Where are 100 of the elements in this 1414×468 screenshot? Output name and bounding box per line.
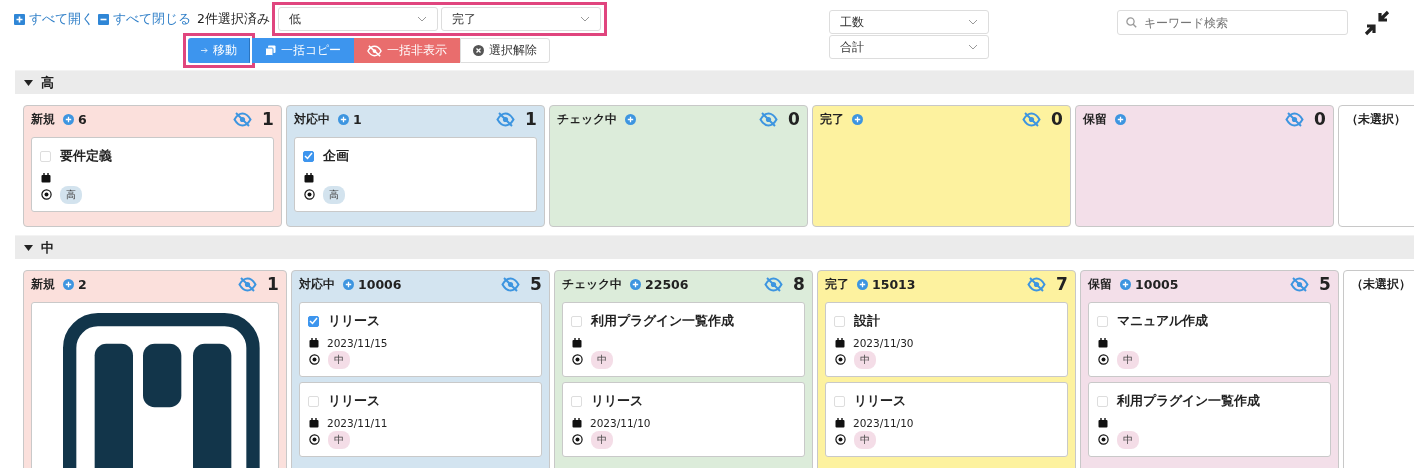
aggregate-select[interactable]: 合計 [828, 35, 989, 59]
section-header[interactable]: 中 [15, 235, 1414, 259]
add-card-icon[interactable] [1120, 278, 1131, 290]
expand-all-link[interactable]: すべて開く [14, 10, 94, 28]
column-title: 完了 [820, 111, 844, 127]
priority-tag: 中 [1117, 430, 1139, 449]
column-total: 10006 [358, 276, 402, 292]
calendar-icon [835, 417, 845, 428]
column-title: 新規 [31, 111, 55, 127]
hidden-count: 8 [793, 274, 805, 294]
priority-tag: 中 [854, 350, 876, 369]
column-title: 保留 [1083, 111, 1107, 127]
eye-slash-icon[interactable] [1290, 276, 1309, 292]
task-card[interactable]: マニュアル作成 中 [1088, 302, 1331, 377]
column-title: （未選択） [1346, 111, 1406, 127]
card-checkbox[interactable] [303, 150, 314, 162]
card-title: 要件定義 [60, 147, 112, 165]
add-card-icon[interactable] [852, 113, 863, 125]
task-card[interactable]: リリース 2023/11/11 中 [299, 382, 542, 457]
calendar-icon [304, 172, 314, 183]
section-title: 高 [41, 73, 54, 92]
collapse-all-link[interactable]: すべて閉じる [98, 10, 191, 28]
chevron-down-icon [416, 16, 427, 22]
task-card[interactable]: リリース 2023/11/15 中 [299, 302, 542, 377]
column-total: 15013 [872, 276, 916, 292]
add-card-icon[interactable] [625, 113, 636, 125]
hidden-count: 7 [1056, 274, 1068, 294]
hidden-count: 0 [788, 109, 800, 129]
due-date: 2023/11/11 [327, 416, 388, 429]
hidden-count: 1 [267, 274, 279, 294]
card-title: 利用プラグイン一覧作成 [1117, 392, 1260, 410]
calendar-icon [309, 417, 319, 428]
task-card[interactable]: 利用プラグイン一覧作成 中 [1088, 382, 1331, 457]
task-card[interactable]: 利用プラグイン一覧作成 中 [562, 302, 805, 377]
target-icon [309, 354, 320, 365]
filter-select[interactable]: 完了 [440, 7, 601, 31]
eye-slash-icon[interactable] [501, 276, 520, 292]
eye-slash-icon[interactable] [1022, 111, 1041, 127]
selection-count: 2件選択済み [197, 10, 270, 28]
chevron-down-icon [967, 19, 978, 25]
add-card-icon[interactable] [343, 278, 354, 290]
priority-tag: 中 [1117, 350, 1139, 369]
task-card[interactable]: 要件定義 高 [31, 137, 274, 212]
column-title: チェック中 [557, 111, 617, 127]
column-title: 対応中 [299, 276, 335, 292]
card-title: リリース [591, 392, 643, 410]
add-card-icon[interactable] [630, 278, 641, 290]
column-title: 新規 [31, 276, 55, 292]
due-date: 2023/11/10 [853, 416, 914, 429]
priority-tag: 中 [328, 350, 350, 369]
due-date: 2023/11/10 [590, 416, 651, 429]
column-title: （未選択） [1351, 276, 1411, 292]
calendar-icon [41, 172, 51, 183]
section-header[interactable]: 高 [15, 70, 1414, 94]
add-card-icon[interactable] [857, 278, 868, 290]
priority-tag: 中 [328, 430, 350, 449]
eye-slash-icon[interactable] [233, 111, 252, 127]
task-card[interactable]: リリース 2023/11/10 中 [825, 382, 1068, 457]
hidden-count: 0 [1314, 109, 1326, 129]
filter-select[interactable]: 低 [277, 7, 438, 31]
eye-slash-icon[interactable] [764, 276, 783, 292]
calendar-icon [835, 337, 845, 348]
add-card-icon[interactable] [1115, 113, 1126, 125]
plus-square-icon [14, 13, 25, 25]
eye-slash-icon[interactable] [496, 111, 515, 127]
calendar-icon [572, 417, 582, 428]
add-card-icon[interactable] [338, 113, 349, 125]
due-date: 2023/11/30 [853, 336, 914, 349]
target-icon [572, 434, 583, 445]
hidden-count: 5 [530, 274, 542, 294]
add-card-icon[interactable] [63, 278, 74, 290]
aggregate-select[interactable]: 工数 [828, 10, 989, 34]
card-title: マニュアル作成 [1117, 312, 1208, 330]
arrow-right-icon [201, 46, 208, 55]
search-field[interactable]: キーワード検索 [1116, 10, 1348, 35]
target-icon [572, 354, 583, 365]
priority-tag: 中 [854, 430, 876, 449]
card-title: 設計 [854, 312, 880, 330]
column-title: 対応中 [294, 111, 330, 127]
eye-slash-icon[interactable] [1027, 276, 1046, 292]
target-icon [309, 434, 320, 445]
eye-slash-icon[interactable] [759, 111, 778, 127]
priority-tag: 高 [60, 185, 82, 204]
task-card[interactable]: リリース 2023/11/10 中 [562, 382, 805, 457]
card-title: リリース [854, 392, 906, 410]
hidden-count: 0 [1051, 109, 1063, 129]
eye-slash-icon[interactable] [238, 276, 257, 292]
clear-selection-button[interactable]: 選択解除 [460, 38, 550, 63]
column-title: チェック中 [562, 276, 622, 292]
compress-icon[interactable] [1363, 10, 1390, 36]
target-icon [835, 434, 846, 445]
eye-slash-icon [367, 44, 382, 57]
card-title: リリース [328, 392, 380, 410]
task-card[interactable]: 設計 2023/11/30 中 [825, 302, 1068, 377]
add-card-icon[interactable] [63, 113, 74, 125]
column-total: 6 [78, 111, 87, 127]
card-checkbox[interactable] [308, 315, 319, 327]
eye-slash-icon[interactable] [1285, 111, 1304, 127]
task-card[interactable]: 企画 高 [294, 137, 537, 212]
calendar-icon [1098, 337, 1108, 348]
